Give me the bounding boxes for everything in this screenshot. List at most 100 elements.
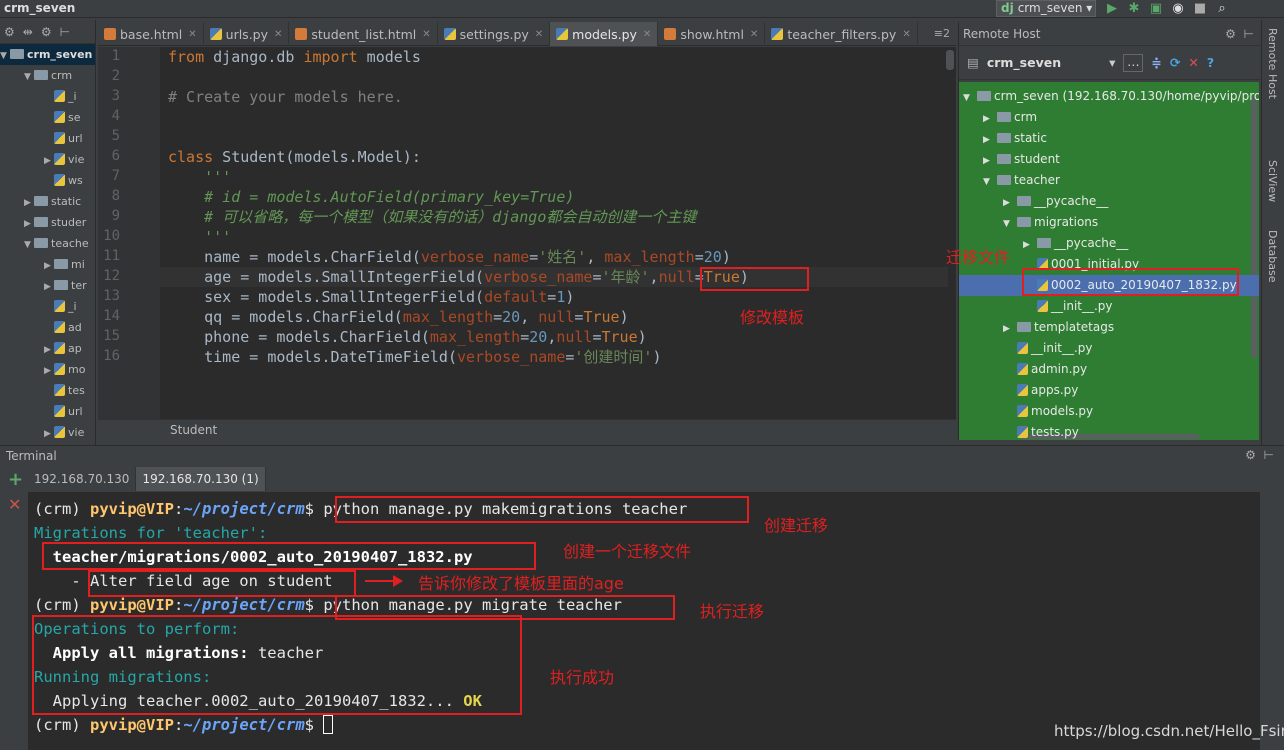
close-icon[interactable]: ✕	[274, 29, 282, 40]
project-tree-item[interactable]: ▶ ap	[44, 338, 82, 359]
close-icon[interactable]: ✕	[1188, 55, 1198, 70]
sciview-tool-button[interactable]: SciView	[1266, 160, 1279, 202]
editor-tab[interactable]: models.py ✕	[550, 22, 659, 46]
project-tree-item[interactable]: ▶ vie	[44, 422, 84, 443]
project-tree-item[interactable]: ▶ vie	[44, 149, 84, 170]
editor-tab[interactable]: settings.py ✕	[438, 22, 551, 46]
code-editor[interactable]: from django.db import models # Create yo…	[160, 47, 956, 419]
remote-tree-item[interactable]: __init__.py	[1023, 296, 1113, 317]
remote-tree-item[interactable]: ▶ __pycache__	[1003, 191, 1108, 212]
search-icon[interactable]: ⌕	[1214, 2, 1230, 16]
refresh-icon[interactable]: ⟳	[1170, 55, 1180, 70]
chevron-right-icon: ▶	[1003, 324, 1010, 334]
project-tree-item[interactable]: ws	[44, 170, 83, 191]
new-session-icon[interactable]: +	[8, 469, 23, 490]
python-file-icon	[1017, 363, 1028, 375]
project-tree-item[interactable]: ▶ mo	[44, 359, 85, 380]
hide-icon[interactable]: ⊢	[60, 25, 70, 39]
remote-tree-item[interactable]: ▶ templatetags	[1003, 317, 1114, 338]
annotation-box-migrate-output	[32, 615, 522, 715]
remote-host-tool-button[interactable]: Remote Host	[1266, 28, 1279, 99]
gear-icon[interactable]: ⚙	[4, 25, 15, 39]
terminal-scrollbar[interactable]	[1267, 492, 1277, 742]
terminal-tab-2[interactable]: 192.168.70.130 (1)	[136, 467, 266, 491]
folder-icon	[10, 49, 24, 59]
chevron-down-icon: ▼	[24, 240, 31, 250]
line-number: 9	[111, 208, 120, 224]
editor-tab[interactable]: urls.py ✕	[204, 22, 290, 46]
tab-overflow-button[interactable]: ≡2	[928, 22, 956, 45]
project-tree-item[interactable]: url	[44, 128, 83, 149]
more-options-button[interactable]: …	[1123, 53, 1144, 72]
project-tree-item[interactable]: _i	[44, 296, 77, 317]
project-tree-item[interactable]: ad	[44, 317, 82, 338]
hide-icon[interactable]: ⊢	[1264, 448, 1274, 462]
remote-tree-item[interactable]: __init__.py	[1003, 338, 1093, 359]
project-tree-item[interactable]: tes	[44, 380, 85, 401]
editor-tab[interactable]: student_list.html ✕	[289, 22, 438, 46]
project-tree-item[interactable]: url	[44, 401, 83, 422]
annotation-arrow-line	[365, 580, 395, 582]
python-file-icon	[771, 28, 784, 40]
project-tree-item[interactable]: ▶ mi	[44, 254, 85, 275]
remote-tree-item-label: models.py	[1031, 404, 1094, 418]
close-icon[interactable]: ✕	[422, 29, 430, 40]
terminal-tab-1[interactable]: 192.168.70.130	[28, 467, 137, 491]
editor-tab[interactable]: show.html ✕	[658, 22, 766, 46]
remote-tree-item[interactable]: admin.py	[1003, 359, 1087, 380]
project-tree-item[interactable]: ▶ ter	[44, 275, 87, 296]
collapse-all-icon[interactable]: ≑	[1151, 55, 1161, 70]
close-icon[interactable]: ✕	[188, 29, 196, 40]
coverage-icon[interactable]: ▣	[1148, 2, 1164, 16]
settings-icon[interactable]: ⚙	[41, 25, 52, 39]
editor-scrollbar[interactable]	[946, 50, 954, 70]
remote-tree-item[interactable]: ▼ crm_seven (192.168.70.130/home/pyvip/pr…	[963, 86, 1259, 107]
project-tree-item[interactable]: se	[44, 107, 81, 128]
remote-tree-item[interactable]: ▶ crm	[983, 107, 1037, 128]
remote-tree-scrollbar[interactable]	[1251, 98, 1257, 358]
project-tree-item[interactable]: _i	[44, 86, 77, 107]
editor-tab[interactable]: teacher_filters.py ✕	[765, 22, 918, 46]
gear-icon[interactable]: ⚙	[1225, 27, 1236, 41]
close-icon[interactable]: ✕	[750, 29, 758, 40]
chevron-right-icon: ▶	[1003, 198, 1010, 208]
stop-icon[interactable]: ■	[1192, 2, 1208, 16]
help-icon[interactable]: ?	[1207, 55, 1214, 70]
chevron-down-icon[interactable]: ▾	[1109, 55, 1115, 70]
close-icon[interactable]: ✕	[902, 29, 910, 40]
remote-host-title: Remote Host	[963, 27, 1041, 41]
debug-icon[interactable]: ✱	[1126, 2, 1142, 16]
editor-tab[interactable]: base.html ✕	[98, 22, 204, 46]
project-tree-item[interactable]: ▶ studer	[24, 212, 86, 233]
database-tool-button[interactable]: Database	[1266, 230, 1279, 283]
annotation-box-migration-filename	[42, 542, 536, 570]
breadcrumb-class[interactable]: Student	[170, 423, 217, 437]
hide-icon[interactable]: ⊢	[1244, 27, 1254, 41]
remote-tree-item[interactable]: ▼ teacher	[983, 170, 1060, 191]
remote-tree-item[interactable]: ▼ migrations	[1003, 212, 1098, 233]
remote-tree-item[interactable]: models.py	[1003, 401, 1093, 422]
collapse-icon[interactable]: ⇹	[23, 25, 33, 39]
remote-tree-item[interactable]: ▶ student	[983, 149, 1060, 170]
remote-tree-item[interactable]: ▶ __pycache__	[1023, 233, 1128, 254]
project-tree-item[interactable]: ▼ crm	[24, 65, 72, 86]
gear-icon[interactable]: ⚙	[1245, 448, 1256, 462]
remote-tree-item[interactable]: ▶ static	[983, 128, 1047, 149]
remote-tree-item[interactable]: apps.py	[1003, 380, 1078, 401]
close-session-icon[interactable]: ✕	[8, 495, 21, 514]
server-select[interactable]: crm_seven	[987, 55, 1061, 70]
remote-tree-item[interactable]: tests.py	[1003, 422, 1079, 440]
project-tree-item[interactable]: ▶ static	[24, 191, 81, 212]
project-breadcrumb[interactable]: crm_seven	[4, 1, 75, 15]
folder-icon	[997, 133, 1011, 143]
project-tree-item[interactable]: ▼ teache	[24, 233, 89, 254]
close-icon[interactable]: ✕	[535, 29, 543, 40]
close-icon[interactable]: ✕	[643, 29, 651, 40]
chevron-right-icon: ▶	[1023, 240, 1030, 250]
chevron-right-icon: ▶	[44, 345, 51, 355]
run-configuration-select[interactable]: dj crm_seven ▾	[996, 0, 1096, 17]
profile-icon[interactable]: ◉	[1170, 2, 1186, 16]
run-icon[interactable]: ▶	[1104, 2, 1120, 16]
project-root[interactable]: ▼ crm_seven	[0, 44, 95, 65]
line-number: 16	[103, 348, 120, 364]
